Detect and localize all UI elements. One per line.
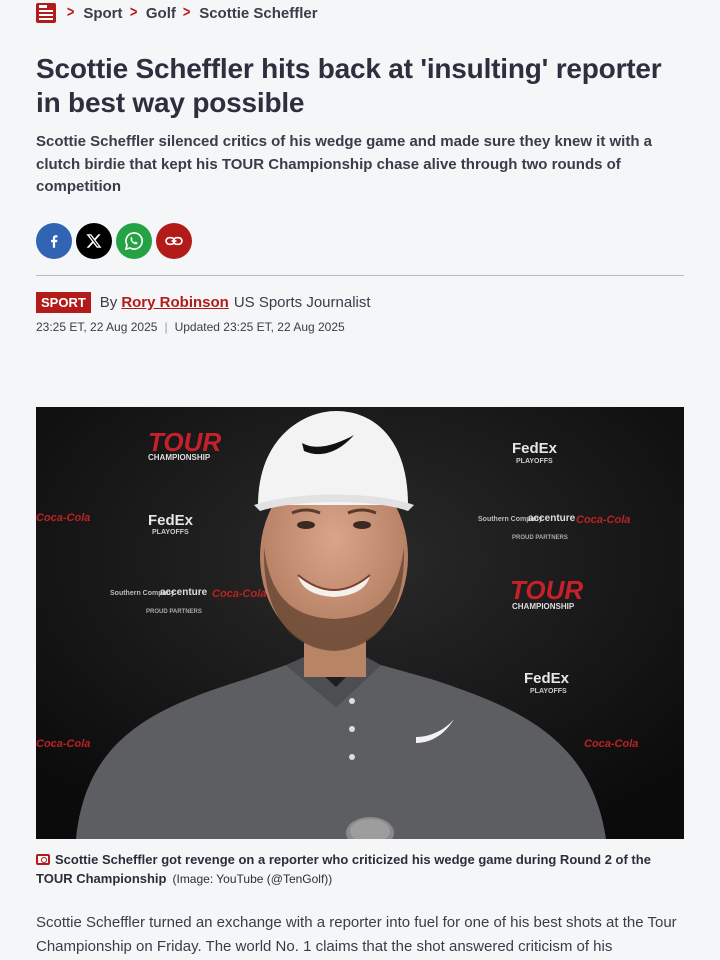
breadcrumb-golf[interactable]: Golf	[146, 5, 176, 22]
share-bar	[36, 223, 192, 259]
whatsapp-icon	[124, 232, 143, 251]
sign-fedex-3: FedEx	[524, 670, 570, 687]
breadcrumb: > Sport > Golf > Scottie Scheffler	[36, 2, 318, 24]
copy-link-button[interactable]	[156, 223, 192, 259]
sign-accenture-2: accenture	[160, 587, 208, 598]
author-role: US Sports Journalist	[233, 294, 371, 311]
section-tag[interactable]: SPORT	[36, 292, 91, 313]
sign-fedex-2: FedEx	[148, 512, 194, 529]
header-divider	[36, 275, 684, 276]
sign-championship: CHAMPIONSHIP	[148, 453, 211, 462]
breadcrumb-scottie-scheffler[interactable]: Scottie Scheffler	[199, 5, 317, 22]
whatsapp-share-button[interactable]	[116, 223, 152, 259]
byline: SPORT By Rory Robinson US Sports Journal…	[36, 292, 371, 313]
image-credit: (Image: YouTube (@TenGolf))	[172, 872, 333, 886]
article-headline: Scottie Scheffler hits back at 'insultin…	[36, 53, 662, 118]
sign-cocacola-5: Coca-Cola	[36, 738, 90, 750]
sign-cocacola-3: Coca-Cola	[584, 738, 638, 750]
article-standfirst: Scottie Scheffler silenced critics of hi…	[36, 133, 653, 195]
camera-icon	[36, 854, 50, 865]
sign-playoffs: PLAYOFFS	[516, 458, 553, 465]
facebook-share-button[interactable]	[36, 223, 72, 259]
published-date: 23:25 ET, 22 Aug 2025	[36, 320, 158, 334]
by-label: By	[99, 294, 118, 311]
sign-cocacola: Coca-Cola	[576, 514, 630, 526]
sign-playoffs-2: PLAYOFFS	[152, 529, 189, 536]
sign-tour-2: TOUR	[510, 575, 583, 605]
breadcrumb-sport[interactable]: Sport	[83, 5, 122, 22]
sign-partners: PROUD PARTNERS	[512, 535, 568, 541]
sign-accenture: accenture	[528, 513, 576, 524]
hero-image-drawing: TOUR CHAMPIONSHIP FedEx PLAYOFFS FedEx P…	[36, 407, 684, 839]
facebook-icon	[51, 235, 58, 248]
x-share-button[interactable]	[76, 223, 112, 259]
author-link[interactable]: Rory Robinson	[121, 294, 229, 311]
sign-championship-2: CHAMPIONSHIP	[512, 602, 575, 611]
sign-playoffs-3: PLAYOFFS	[530, 688, 567, 695]
article-dates: 23:25 ET, 22 Aug 2025 | Updated 23:25 ET…	[36, 320, 345, 334]
date-separator: |	[164, 320, 168, 334]
chevron-right-icon: >	[129, 4, 137, 21]
sign-cocacola-4: Coca-Cola	[36, 512, 90, 524]
caption-text: Scottie Scheffler got revenge on a repor…	[36, 852, 651, 886]
updated-date: Updated 23:25 ET, 22 Aug 2025	[174, 320, 345, 334]
article-body-paragraph: Scottie Scheffler turned an exchange wit…	[36, 914, 677, 955]
sign-partners-2: PROUD PARTNERS	[146, 609, 202, 615]
site-logo[interactable]	[36, 3, 56, 23]
sign-cocacola-2: Coca-Cola	[212, 588, 266, 600]
image-caption: Scottie Scheffler got revenge on a repor…	[36, 850, 684, 889]
sign-fedex: FedEx	[512, 440, 558, 457]
chevron-right-icon: >	[182, 4, 191, 21]
link-icon	[165, 236, 183, 246]
hero-image[interactable]: TOUR CHAMPIONSHIP FedEx PLAYOFFS FedEx P…	[36, 407, 684, 839]
x-icon	[86, 234, 102, 248]
chevron-right-icon: >	[66, 4, 75, 21]
